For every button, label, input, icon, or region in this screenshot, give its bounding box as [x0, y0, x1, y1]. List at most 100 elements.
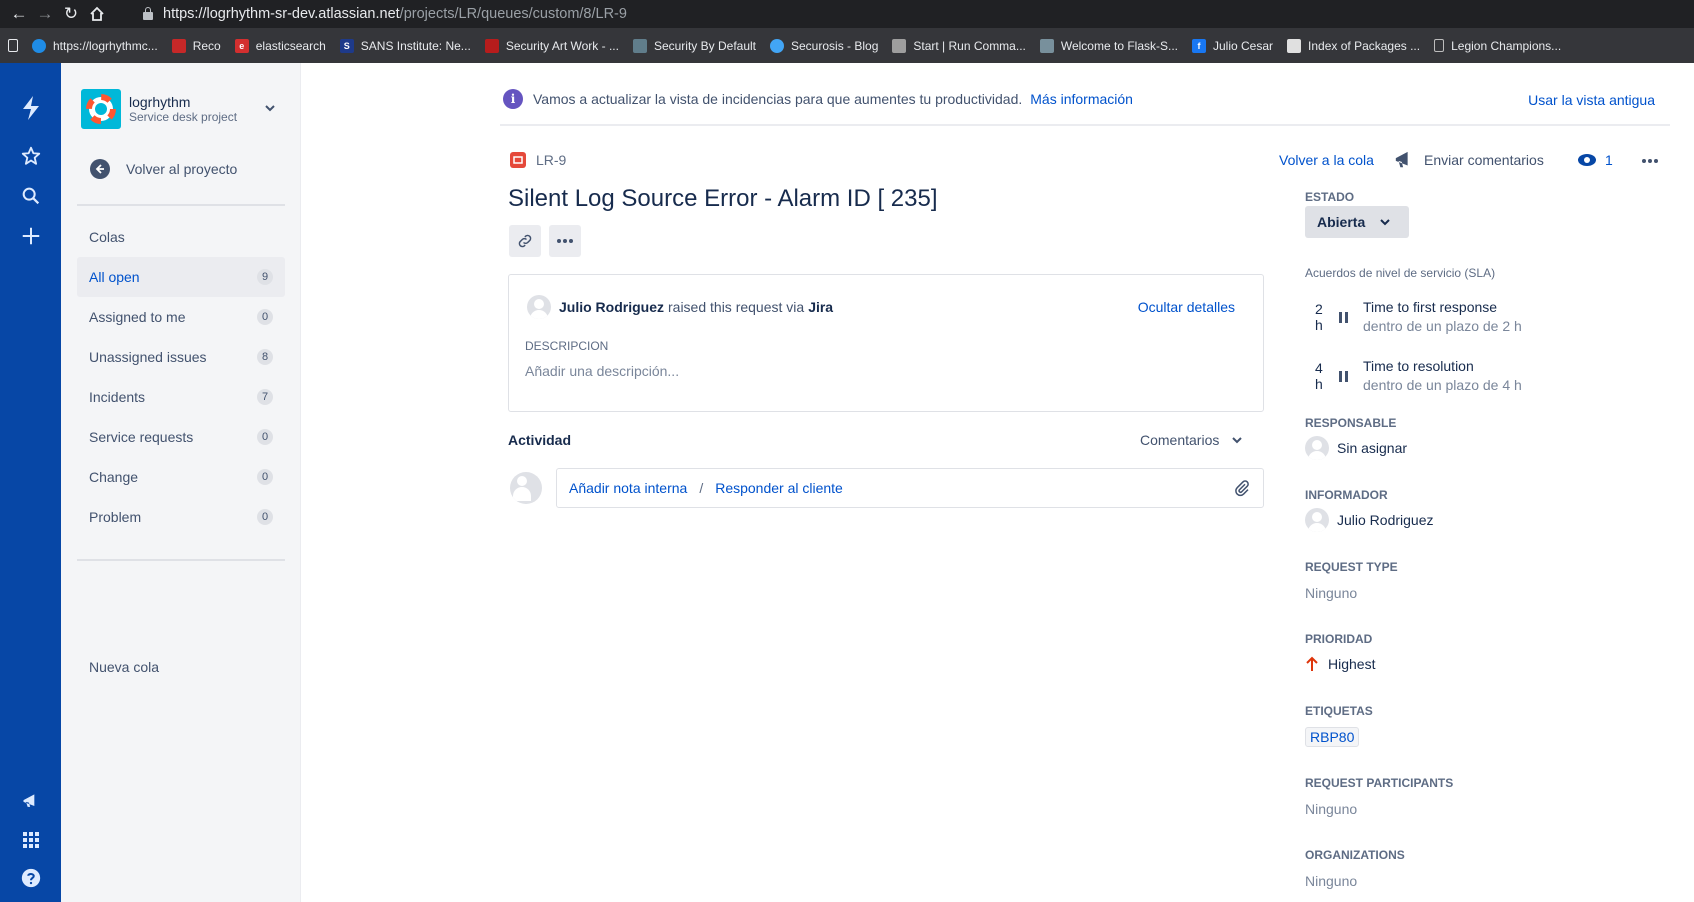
- bookmark-item[interactable]: Index of Packages ...: [1287, 38, 1420, 53]
- watchers-button[interactable]: 1: [1577, 152, 1613, 168]
- attachment-icon[interactable]: [1233, 479, 1251, 500]
- issue-title[interactable]: Silent Log Source Error - Alarm ID [ 235…: [508, 185, 938, 213]
- arrow-up-priority-icon: [1306, 656, 1318, 671]
- organizations-label: ORGANIZATIONS: [1305, 848, 1405, 862]
- new-queue-link[interactable]: Nueva cola: [89, 659, 159, 675]
- home-icon[interactable]: [84, 0, 110, 28]
- description-field[interactable]: Añadir una descripción...: [525, 363, 679, 379]
- request-participants-field[interactable]: Ninguno: [1305, 801, 1357, 817]
- project-sidebar: logrhythm Service desk project Volver al…: [61, 63, 301, 902]
- status-dropdown[interactable]: Abierta: [1305, 206, 1409, 238]
- megaphone-icon[interactable]: [0, 786, 61, 816]
- reporter-name[interactable]: Julio Rodriguez: [559, 299, 664, 315]
- reporter-field[interactable]: Julio Rodriguez: [1305, 508, 1434, 532]
- back-arrow-icon[interactable]: ←: [6, 0, 32, 28]
- link-issue-button[interactable]: [509, 225, 541, 257]
- bookmark-item[interactable]: e elasticsearch: [234, 38, 326, 53]
- queue-item-service-requests[interactable]: Service requests 0: [77, 417, 285, 457]
- request-type-field[interactable]: Ninguno: [1305, 585, 1357, 601]
- labels-field[interactable]: RBP80: [1305, 727, 1360, 747]
- search-icon[interactable]: [0, 181, 61, 211]
- separator: /: [699, 480, 704, 496]
- bookmark-item[interactable]: Legion Champions...: [1434, 39, 1561, 53]
- queue-count: 0: [257, 429, 273, 445]
- sla-item: 2 h Time to first response dentro de un …: [1315, 298, 1522, 336]
- divider: [77, 204, 285, 206]
- info-banner: i Vamos a actualizar la vista de inciden…: [500, 86, 1670, 126]
- sla-label: Acuerdos de nivel de servicio (SLA): [1305, 266, 1496, 280]
- request-type-label: REQUEST TYPE: [1305, 560, 1398, 574]
- queue-count: 9: [257, 269, 273, 285]
- more-actions-button[interactable]: [549, 225, 581, 257]
- eye-icon: [1578, 154, 1596, 166]
- facebook-icon: f: [1192, 38, 1206, 53]
- bookmark-item[interactable]: Start | Run Comma...: [892, 38, 1026, 53]
- bookmark-item[interactable]: f Julio Cesar: [1192, 38, 1273, 53]
- issue-key[interactable]: LR-9: [510, 152, 566, 168]
- forward-arrow-icon[interactable]: →: [32, 0, 58, 28]
- queue-count: 8: [257, 349, 273, 365]
- feedback-button[interactable]: Enviar comentarios: [1393, 150, 1544, 170]
- bookmark-icon: e: [234, 38, 249, 53]
- more-info-link[interactable]: Más información: [1030, 91, 1133, 107]
- queue-item-assigned-to-me[interactable]: Assigned to me 0: [77, 297, 285, 337]
- more-options-icon[interactable]: [1641, 158, 1659, 164]
- bookmark-item[interactable]: Security Art Work - ...: [484, 38, 619, 53]
- sla-goal: dentro de un plazo de 2 h: [1363, 318, 1522, 334]
- reload-icon[interactable]: ↻: [58, 0, 84, 28]
- banner-text: Vamos a actualizar la vista de incidenci…: [533, 91, 1023, 107]
- project-header[interactable]: logrhythm Service desk project: [81, 89, 237, 129]
- back-to-queue-link[interactable]: Volver a la cola: [1279, 152, 1374, 168]
- chevron-down-icon[interactable]: [264, 101, 276, 117]
- megaphone-icon: [1395, 151, 1408, 168]
- user-avatar-icon: [527, 295, 551, 319]
- bookmark-item[interactable]: Security By Default: [632, 38, 756, 53]
- description-label: DESCRIPCION: [525, 339, 609, 353]
- use-old-view-link[interactable]: Usar la vista antigua: [1528, 92, 1655, 108]
- create-plus-icon[interactable]: [0, 221, 61, 251]
- reporter-label: INFORMADOR: [1305, 488, 1388, 502]
- queue-item-problem[interactable]: Problem 0: [77, 497, 285, 537]
- queue-item-change[interactable]: Change 0: [77, 457, 285, 497]
- bookmark-item[interactable]: Reco: [171, 38, 221, 53]
- comment-input[interactable]: Añadir nota interna / Responder al clien…: [556, 468, 1264, 508]
- bookmark-icon: [892, 38, 907, 53]
- user-avatar-icon: [1305, 436, 1329, 460]
- url-text: https://logrhythm-sr-dev.atlassian.net/p…: [163, 6, 627, 22]
- request-participants-label: REQUEST PARTICIPANTS: [1305, 776, 1454, 790]
- lifebuoy-icon: [81, 89, 121, 129]
- add-internal-note-link[interactable]: Añadir nota interna: [569, 480, 687, 496]
- star-icon[interactable]: [0, 141, 61, 171]
- global-navigation: [0, 63, 61, 902]
- address-bar[interactable]: https://logrhythm-sr-dev.atlassian.net/p…: [143, 3, 627, 25]
- queue-item-all-open[interactable]: All open 9: [77, 257, 285, 297]
- bookmark-item[interactable]: S SANS Institute: Ne...: [339, 38, 471, 53]
- activity-filter-dropdown[interactable]: Comentarios: [1140, 432, 1243, 448]
- assignee-field[interactable]: Sin asignar: [1305, 436, 1407, 460]
- page-icon: [1434, 39, 1445, 52]
- bookmark-item[interactable]: Securosis - Blog: [770, 38, 878, 53]
- browser-toolbar: ← → ↻ https://logrhythm-sr-dev.atlassian…: [0, 0, 1694, 28]
- bookmark-icon: [32, 38, 46, 53]
- bookmark-item[interactable]: https://logrhythmc...: [32, 38, 158, 53]
- page-icon: [8, 39, 18, 52]
- organizations-field[interactable]: Ninguno: [1305, 873, 1357, 889]
- priority-field[interactable]: Highest: [1305, 656, 1375, 672]
- queue-item-incidents[interactable]: Incidents 7: [77, 377, 285, 417]
- queue-item-unassigned-issues[interactable]: Unassigned issues 8: [77, 337, 285, 377]
- back-to-project-link[interactable]: Volver al proyecto: [90, 159, 237, 179]
- hide-details-link[interactable]: Ocultar detalles: [1138, 299, 1235, 315]
- queue-count: 7: [257, 389, 273, 405]
- bookmark-icon: S: [339, 38, 354, 53]
- label-tag[interactable]: RBP80: [1305, 727, 1360, 747]
- app-switcher-icon[interactable]: [0, 825, 61, 855]
- jira-service-desk-logo-icon[interactable]: [0, 93, 61, 123]
- bookmarks-bar: https://logrhythmc... Reco e elasticsearc…: [0, 28, 1694, 63]
- project-name: logrhythm: [129, 94, 191, 110]
- help-icon[interactable]: [0, 863, 61, 893]
- reply-to-customer-link[interactable]: Responder al cliente: [715, 480, 843, 496]
- bookmark-item[interactable]: Welcome to Flask-S...: [1039, 38, 1178, 53]
- incident-type-icon: [510, 152, 526, 168]
- user-avatar-icon: [1305, 508, 1329, 532]
- raised-text: raised this request via: [668, 299, 805, 315]
